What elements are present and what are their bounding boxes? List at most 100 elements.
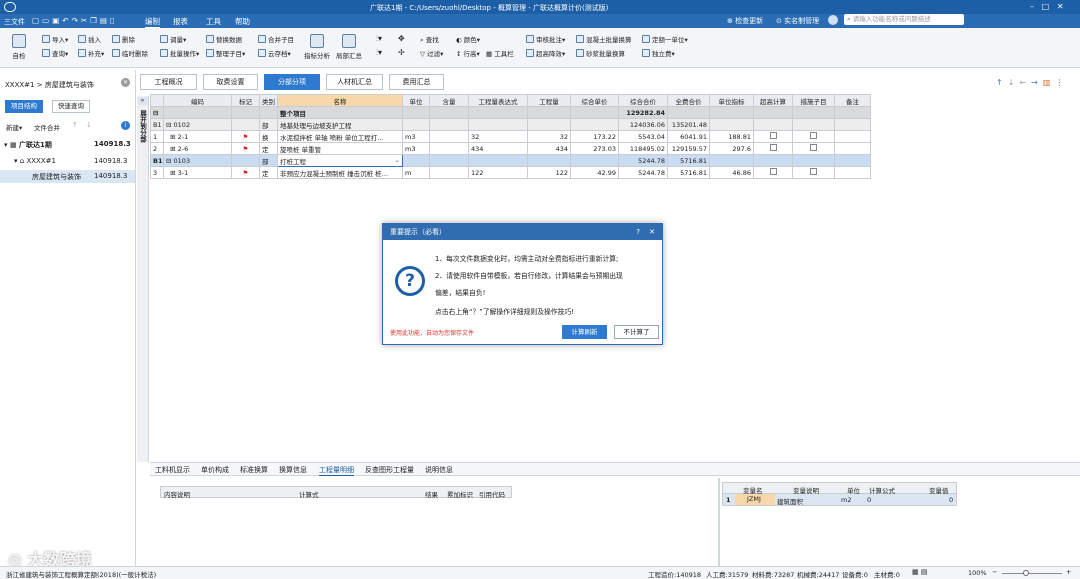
unit-cell[interactable] [402,154,430,167]
unit-cell[interactable]: m3 [402,142,430,155]
content-cell[interactable] [429,154,469,167]
type-cell[interactable] [259,106,278,119]
code-cell[interactable]: ⊟ 0102 [163,118,232,131]
variable-unit-cell[interactable]: m2 [841,496,851,504]
content-cell[interactable] [429,142,469,155]
query-button[interactable]: 查询▾ [42,48,68,58]
table-row[interactable]: 1 JZMJ 建筑面积 m2 0 0 [722,494,957,506]
type-cell[interactable]: 定 [259,166,278,179]
over-height-checkbox[interactable] [769,132,777,139]
tab-standard-convert[interactable]: 标准换算 [240,465,268,475]
filter-button[interactable]: ▽ 过滤▾ [420,48,443,58]
mark-cell[interactable] [231,154,260,167]
name-cell[interactable]: 水泥搅拌桩 单轴 喷粉 单位工程打… [277,130,403,143]
table-row[interactable]: ⊟ 整个项目 129282.84 [150,106,871,119]
bottom-splitter[interactable] [718,478,720,566]
expr-cell[interactable] [468,106,528,119]
save-icon[interactable]: ▣ [52,16,62,25]
menu-help[interactable]: 帮助 [235,16,250,27]
info-icon[interactable]: i [121,121,130,130]
price-cell[interactable]: 42.99 [570,166,619,179]
concrete-convert-button[interactable]: 混凝土批量换算 [576,34,632,44]
total-cell[interactable]: 5244.78 [618,154,668,167]
help-icon[interactable]: ? [636,224,640,240]
quick-query-button[interactable]: 快速查询 [52,100,90,113]
unit-index-cell[interactable]: 46.86 [709,166,754,179]
expand-to-part-label[interactable]: 展开到分部 [138,110,148,143]
over-height-cell[interactable] [753,118,793,131]
col-header[interactable]: 工程量表达式 [468,94,528,107]
table-row[interactable]: B1 ⊟ 0102 部 地基处理与边坡支护工程 124036.06 135201… [150,118,871,131]
col-header[interactable]: 超高计算 [753,94,793,107]
qty-cell[interactable] [527,106,571,119]
new-dropdown[interactable]: 新建▾ [6,122,22,132]
collapse-box-icon[interactable]: ⊟ [166,121,171,129]
col-header[interactable]: 计算式 [299,489,319,499]
collapse-box-icon[interactable]: ⊟ [166,157,171,165]
unit-index-cell[interactable] [709,154,754,167]
measure-cell[interactable] [792,118,835,131]
unit-index-cell[interactable]: 188.81 [709,130,754,143]
variable-value-cell[interactable]: 0 [949,496,953,504]
over-height-cell[interactable] [753,142,793,155]
tab-reverse-graphic[interactable]: 反查图形工程量 [365,465,414,475]
col-header[interactable]: 编码 [163,94,232,107]
tab-cost-summary[interactable]: 费用汇总 [389,74,444,90]
unit-cell[interactable] [402,118,430,131]
right-arrow-icon[interactable]: → [1031,78,1043,87]
merge-item-button[interactable]: 合并子目 [258,34,294,44]
move-down-icon[interactable]: ↓ [86,121,92,129]
over-height-checkbox[interactable] [769,168,777,175]
project-structure-button[interactable]: 项目结构 [5,100,43,113]
col-header[interactable]: 结果 [425,489,438,499]
unit-index-cell[interactable] [709,118,754,131]
name-cell[interactable]: 地基处理与边坡支护工程 [277,118,403,131]
col-header[interactable]: 综合单价 [570,94,619,107]
expr-cell[interactable] [468,154,528,167]
unit-index-cell[interactable] [709,106,754,119]
mark-cell[interactable]: ⚑ [231,142,260,155]
tab-description[interactable]: 说明信息 [425,465,453,475]
menu-tools[interactable]: 工具 [206,16,221,27]
over-height-checkbox[interactable] [769,144,777,151]
total-cell[interactable]: 5244.78 [618,166,668,179]
tab-unit-price[interactable]: 单价构成 [201,465,229,475]
measure-checkbox[interactable] [810,168,817,175]
zoom-in-icon[interactable]: + [1066,568,1071,576]
remark-cell[interactable] [834,166,871,179]
open-icon[interactable]: ▭ [42,16,52,25]
type-cell[interactable]: 定 [259,142,278,155]
row-height-button[interactable]: ↕ 行高▾ [456,48,480,58]
index-analysis-button[interactable]: 指标分析 [302,34,332,60]
full-total-cell[interactable]: 6041.91 [667,130,710,143]
content-cell[interactable] [429,166,469,179]
unit-index-cell[interactable]: 297.6 [709,142,754,155]
mark-cell[interactable] [231,118,260,131]
adjust-qty-button[interactable]: 调量▾ [160,34,186,44]
table-row[interactable]: 2 ⊞ 2-6 ⚑ 定 旋喷桩 单重管 m3 434 434 273.03 11… [150,142,871,155]
measure-cell[interactable] [792,142,835,155]
content-cell[interactable] [429,118,469,131]
height-reduction-button[interactable]: 超高降效▾ [526,48,565,58]
expand-panel-icon[interactable]: » [137,97,148,105]
paste-icon[interactable]: ▤ [100,16,110,25]
col-header[interactable]: 综合合价 [618,94,668,107]
col-header[interactable]: 名称 [277,94,403,107]
total-cell[interactable]: 5543.04 [618,130,668,143]
tab-labor-machine[interactable]: 工料机显示 [155,465,190,475]
import-button[interactable]: 导入▾ [42,34,68,44]
left-arrow-icon[interactable]: ← [1019,78,1031,87]
expand-box-icon[interactable]: ⊞ [170,169,175,177]
tab-sub-items[interactable]: 分部分项 [264,74,320,90]
content-cell[interactable] [429,106,469,119]
variable-formula-cell[interactable]: 0 [867,496,871,504]
temp-delete-button[interactable]: 临时删除 [112,48,148,58]
redo-icon[interactable]: ↷ [72,16,81,25]
expand-icon-btn[interactable]: ⫶▾ [376,34,382,44]
menu-report[interactable]: 报表 [173,16,188,27]
name-cell[interactable]: 整个项目 [277,106,403,119]
qty-cell[interactable] [527,118,571,131]
up-arrow-icon[interactable]: ↑ [996,78,1008,87]
code-cell[interactable]: ⊞ 2-6 [163,142,232,155]
tree-item-project[interactable]: ▾ ▦ 广联达1期 140918.3 [4,140,132,153]
